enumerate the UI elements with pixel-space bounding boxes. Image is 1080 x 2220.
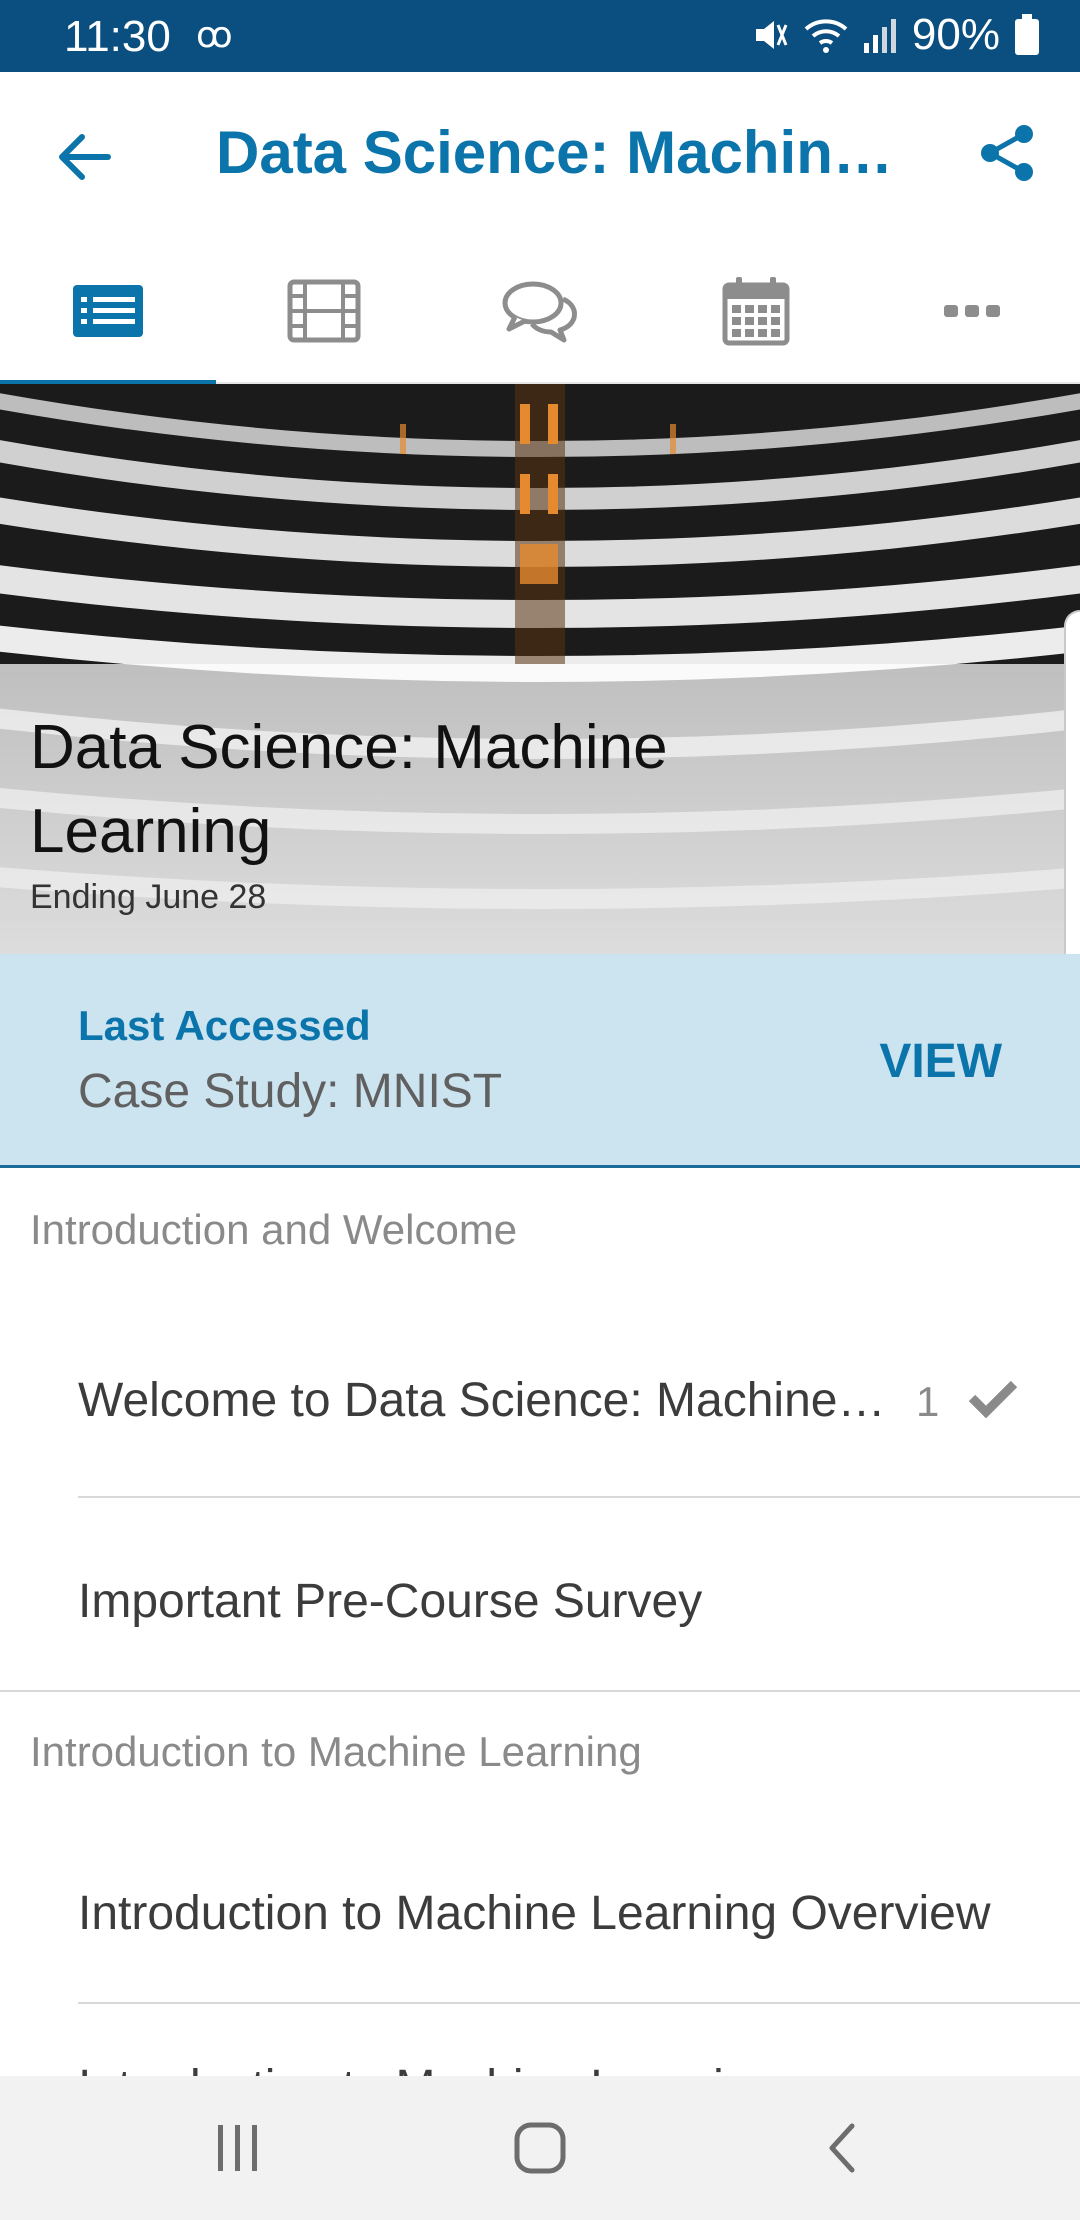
item-count: 1 — [916, 1378, 940, 1425]
tab-bar — [0, 238, 1080, 386]
back-button[interactable] — [50, 122, 120, 192]
section-header: Introduction and Welcome — [30, 1206, 518, 1253]
tab-videos[interactable] — [216, 238, 432, 384]
tab-outline[interactable] — [0, 238, 216, 386]
share-icon — [981, 125, 1033, 181]
tab-more[interactable] — [864, 238, 1080, 384]
list-item[interactable]: Important Pre-Course Survey — [0, 1498, 1080, 1690]
tab-discussions[interactable] — [432, 238, 648, 384]
status-bar: 11:30 ꝏ 90% — [0, 0, 1080, 72]
last-accessed-label: Last Accessed — [78, 1002, 371, 1049]
voicemail-icon: ꝏ — [196, 14, 233, 55]
list-item[interactable]: Welcome to Data Science: Machine… 1 — [0, 1300, 1080, 1500]
recent-apps-icon — [218, 2125, 257, 2171]
signal-icon — [862, 15, 898, 55]
section-header: Introduction to Machine Learning — [30, 1728, 642, 1775]
course-title: Data Science: Machine Learning — [30, 713, 668, 866]
home-button[interactable] — [500, 2110, 580, 2186]
item-label: Introduction to Machine Learning — [78, 2060, 777, 2076]
last-accessed-banner: Last Accessed Case Study: MNIST VIEW — [0, 954, 1080, 1168]
check-icon — [968, 1380, 1018, 1418]
list-item[interactable]: Introduction to Machine Learning Overvie… — [0, 1810, 1080, 2002]
chat-bubbles-icon — [502, 281, 577, 343]
battery-percent: 90% — [911, 10, 1000, 59]
tab-calendar[interactable] — [648, 238, 864, 384]
recent-apps-button[interactable] — [198, 2110, 278, 2186]
view-button[interactable]: VIEW — [879, 1034, 1002, 1089]
course-end-date: Ending June 28 — [30, 878, 267, 916]
last-accessed-value: Case Study: MNIST — [78, 1065, 503, 1118]
share-button[interactable] — [976, 122, 1038, 184]
list-icon — [73, 285, 143, 337]
chevron-left-icon — [829, 2123, 855, 2173]
more-dots-icon — [944, 305, 1000, 317]
item-label: Welcome to Data Science: Machine… — [78, 1374, 886, 1427]
mute-icon — [750, 15, 790, 55]
back-nav-button[interactable] — [802, 2110, 882, 2186]
item-label: Introduction to Machine Learning Overvie… — [78, 1887, 991, 1940]
arrow-left-icon — [59, 134, 111, 180]
page-title: Data Science: Machin… — [216, 119, 893, 186]
course-hero: Data Science: Machine Learning Ending Ju… — [0, 384, 1080, 954]
calendar-icon — [722, 277, 790, 346]
system-nav-bar — [0, 2076, 1080, 2220]
item-label: Important Pre-Course Survey — [78, 1575, 703, 1628]
app-header: Data Science: Machin… — [0, 72, 1080, 238]
list-item[interactable]: Introduction to Machine Learning — [0, 2004, 1080, 2076]
film-icon — [287, 279, 361, 343]
status-time: 11:30 — [64, 12, 171, 61]
wifi-icon — [804, 15, 848, 55]
section-divider — [0, 1690, 1080, 1692]
battery-icon — [1014, 14, 1040, 56]
home-icon — [514, 2122, 566, 2174]
